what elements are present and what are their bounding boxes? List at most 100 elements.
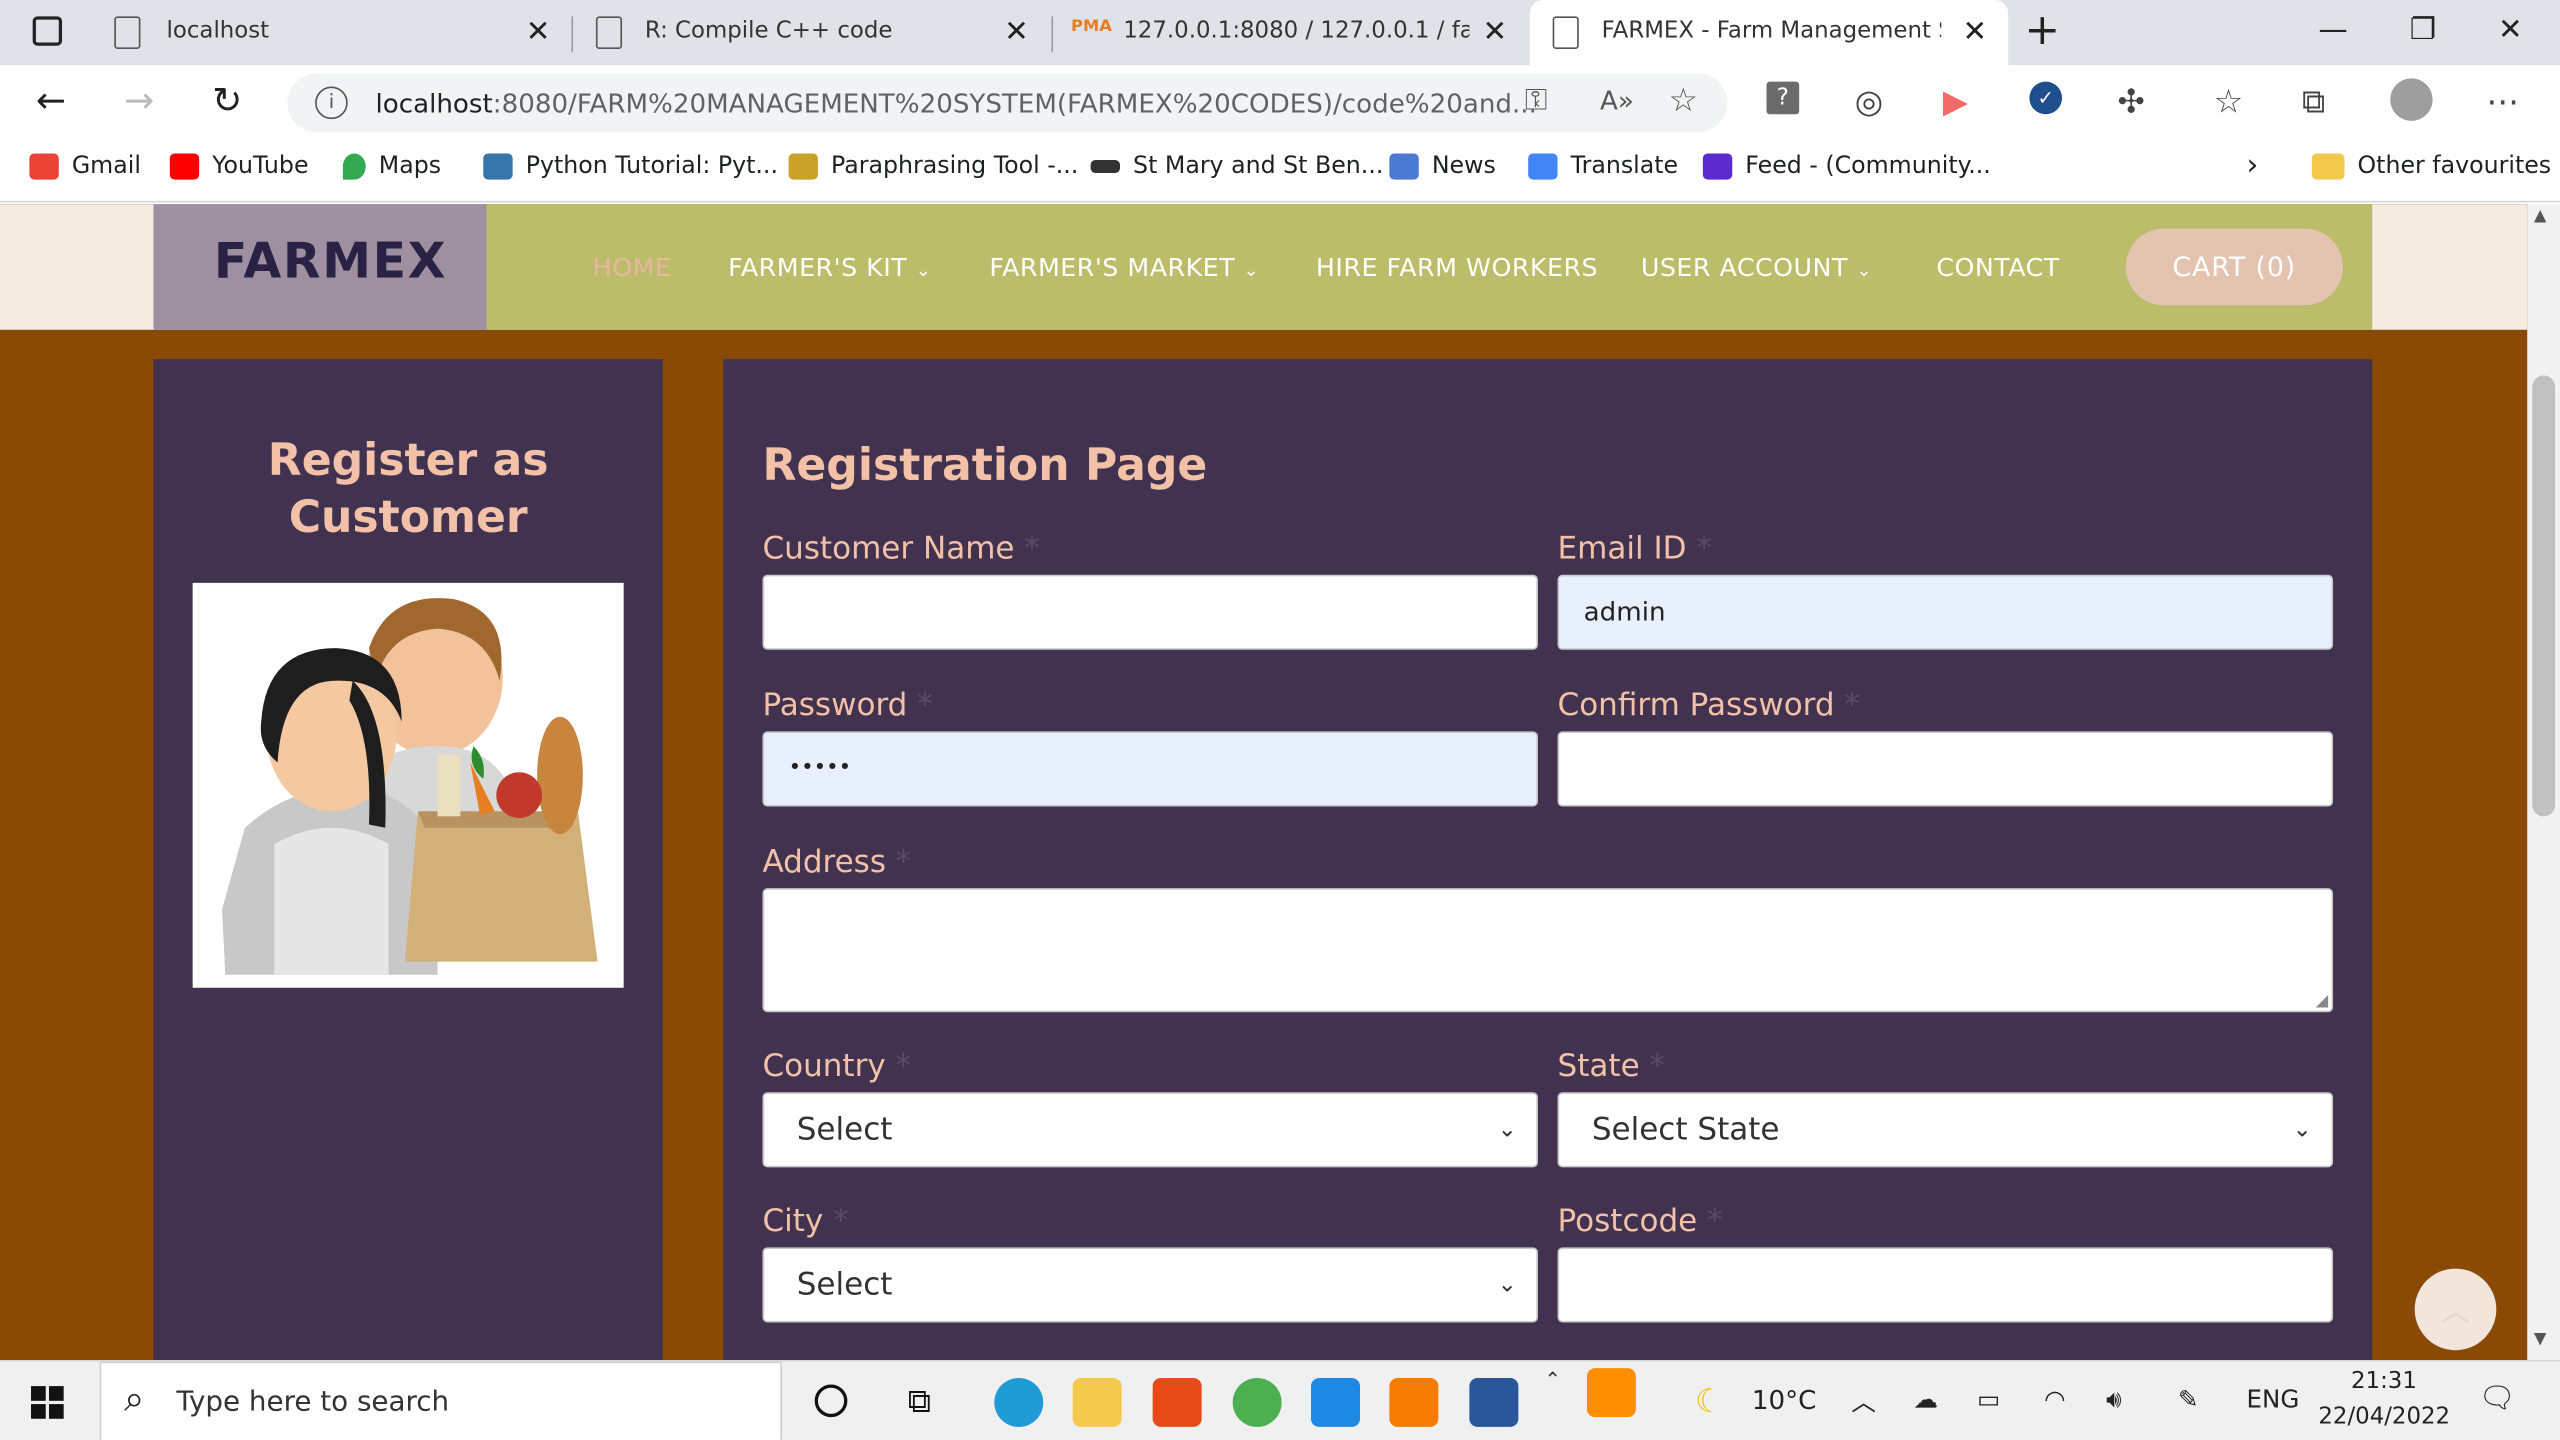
- bookmark-st-mary[interactable]: St Mary and St Ben...: [1090, 153, 1383, 180]
- menu-icon[interactable]: ⋯: [2487, 82, 2520, 121]
- bookmark-paraphrasing-tool[interactable]: Paraphrasing Tool -...: [788, 153, 1078, 180]
- resize-handle-icon[interactable]: ◢: [2316, 993, 2329, 1011]
- customer-name-input[interactable]: [762, 574, 1538, 650]
- nav-farmers-market[interactable]: FARMER'S MARKET ⌄: [989, 253, 1259, 282]
- pen-icon[interactable]: ✎: [2178, 1384, 2199, 1413]
- bookmark-other-favourites[interactable]: Other favourites: [2311, 153, 2551, 180]
- bookmark-translate[interactable]: Translate: [1528, 153, 1678, 180]
- back-icon[interactable]: ←: [36, 82, 66, 123]
- email-input[interactable]: admin: [1557, 574, 2334, 650]
- bookmark-news[interactable]: News: [1389, 153, 1496, 180]
- notification-app-icon[interactable]: [1586, 1368, 1636, 1418]
- nav-farmers-kit[interactable]: FARMER'S KIT ⌄: [728, 253, 931, 282]
- info-icon[interactable]: i: [315, 86, 348, 120]
- volume-icon[interactable]: 🔊︎: [2106, 1384, 2121, 1413]
- close-icon[interactable]: ✕: [1482, 15, 1507, 49]
- add-favourite-icon[interactable]: ☆: [1669, 80, 1698, 119]
- notifications-icon[interactable]: 🗨︎: [2478, 1381, 2515, 1415]
- collections-icon[interactable]: ⧉: [2302, 82, 2325, 121]
- scroll-to-top-button[interactable]: ︿: [2414, 1268, 2497, 1351]
- close-icon[interactable]: ✕: [1962, 15, 1987, 49]
- bookmark-youtube[interactable]: YouTube: [169, 153, 309, 180]
- vscode-icon[interactable]: [1311, 1377, 1360, 1427]
- site-logo[interactable]: FARMEX: [214, 233, 447, 290]
- profile-avatar[interactable]: [2390, 78, 2433, 121]
- windows-start-icon[interactable]: [31, 1386, 64, 1419]
- bookmarks-overflow-icon[interactable]: ›: [2247, 149, 2259, 183]
- office-icon[interactable]: [1152, 1377, 1202, 1427]
- feed-icon: [1702, 153, 1733, 180]
- reload-icon[interactable]: ↻: [212, 82, 242, 123]
- country-select[interactable]: Select ⌄: [762, 1092, 1538, 1168]
- chevron-down-icon: ⌄: [1497, 1271, 1517, 1298]
- page-scrollbar[interactable]: ▲ ▼: [2527, 204, 2560, 1360]
- clock-date[interactable]: 22/04/2022: [2318, 1404, 2450, 1430]
- onedrive-icon[interactable]: ☁: [1913, 1384, 1937, 1413]
- bookmarks-bar: Gmail YouTube Maps Python Tutorial: Pyt.…: [0, 140, 2560, 203]
- scroll-up-arrow-icon[interactable]: ▲: [2534, 207, 2547, 225]
- minimize-icon[interactable]: —: [2318, 13, 2347, 47]
- screen: localhost ✕ R: Compile C++ code ✕ PMA 12…: [0, 0, 2560, 1440]
- file-explorer-icon[interactable]: [1072, 1377, 1122, 1427]
- state-label: State *: [1557, 1048, 1665, 1085]
- address-textarea[interactable]: ◢: [762, 888, 2334, 1013]
- tab-actions-icon[interactable]: [32, 16, 63, 46]
- close-window-icon[interactable]: ✕: [2498, 13, 2523, 47]
- check-extension-icon[interactable]: ✓: [2029, 81, 2063, 115]
- close-icon[interactable]: ✕: [526, 15, 551, 49]
- address-bar[interactable]: i localhost:8080/FARM%20MANAGEMENT%20SYS…: [287, 73, 1728, 133]
- postcode-label: Postcode *: [1557, 1203, 1723, 1240]
- password-input[interactable]: •••••: [762, 731, 1538, 807]
- wifi-icon[interactable]: ◠: [2044, 1384, 2065, 1413]
- cortana-icon[interactable]: [814, 1384, 848, 1418]
- battery-icon[interactable]: ▭: [1977, 1384, 2000, 1413]
- tab-phpmyadmin[interactable]: PMA 127.0.0.1:8080 / 127.0.0.1 / farme ✕: [1058, 0, 1523, 65]
- forward-icon[interactable]: →: [124, 82, 154, 123]
- favourites-icon[interactable]: ☆: [2214, 82, 2243, 121]
- xampp-icon[interactable]: [1389, 1377, 1439, 1427]
- screencast-icon[interactable]: ▶: [1943, 82, 1968, 121]
- page-icon: [114, 16, 141, 49]
- edge-icon[interactable]: [994, 1377, 1044, 1427]
- read-aloud-icon[interactable]: A»: [1600, 85, 1634, 116]
- language-indicator[interactable]: ENG: [2247, 1384, 2300, 1413]
- extension-icon[interactable]: ◎: [1855, 82, 1883, 121]
- scroll-down-arrow-icon[interactable]: ▼: [2534, 1331, 2547, 1349]
- weather-temp[interactable]: 10°C: [1752, 1384, 1817, 1415]
- bookmark-python-tutorial[interactable]: Python Tutorial: Pyt...: [483, 153, 778, 180]
- key-icon[interactable]: ⚿: [1525, 83, 1547, 117]
- bookmark-feed[interactable]: Feed - (Community...: [1702, 153, 1991, 180]
- restore-icon[interactable]: ❐: [2410, 13, 2436, 47]
- password-label: Password *: [762, 687, 933, 724]
- postcode-input[interactable]: [1557, 1247, 2334, 1323]
- extensions-puzzle-icon[interactable]: ✣: [2118, 82, 2145, 121]
- tab-localhost[interactable]: localhost ✕: [98, 0, 563, 65]
- folder-icon: [2311, 153, 2345, 180]
- python-icon: [483, 153, 513, 180]
- tab-compile[interactable]: R: Compile C++ code ✕: [580, 0, 1045, 65]
- nav-hire-farm-workers[interactable]: HIRE FARM WORKERS: [1316, 253, 1598, 282]
- translate-icon: [1528, 153, 1558, 180]
- confirm-password-input[interactable]: [1557, 731, 2334, 807]
- clock-time[interactable]: 21:31: [2351, 1368, 2417, 1394]
- nav-home[interactable]: HOME: [593, 253, 672, 282]
- city-select[interactable]: Select ⌄: [762, 1247, 1538, 1323]
- bookmark-maps[interactable]: Maps: [342, 153, 441, 180]
- task-view-icon[interactable]: ⧉: [908, 1381, 931, 1420]
- taskbar-overflow-icon[interactable]: ⌃: [1544, 1368, 1560, 1391]
- show-hidden-icons[interactable]: ︿: [1851, 1384, 1876, 1418]
- help-extension-icon[interactable]: ?: [1766, 81, 1800, 115]
- tab-farmex[interactable]: FARMEX - Farm Management Sy ✕: [1529, 0, 2009, 66]
- bookmark-gmail[interactable]: Gmail: [29, 153, 141, 180]
- scrollbar-thumb[interactable]: [2532, 375, 2556, 817]
- nav-user-account[interactable]: USER ACCOUNT ⌄: [1641, 253, 1872, 282]
- taskbar-search-input[interactable]: ⌕ Type here to search: [99, 1361, 783, 1440]
- close-icon[interactable]: ✕: [1004, 15, 1029, 49]
- nav-contact[interactable]: CONTACT: [1936, 253, 2059, 282]
- state-select[interactable]: Select State ⌄: [1557, 1092, 2334, 1168]
- confirm-password-label: Confirm Password *: [1557, 687, 1860, 724]
- chrome-icon[interactable]: [1232, 1377, 1282, 1427]
- word-icon[interactable]: [1469, 1377, 1519, 1427]
- new-tab-button[interactable]: +: [2024, 7, 2060, 56]
- cart-button[interactable]: CART (0): [2125, 228, 2343, 306]
